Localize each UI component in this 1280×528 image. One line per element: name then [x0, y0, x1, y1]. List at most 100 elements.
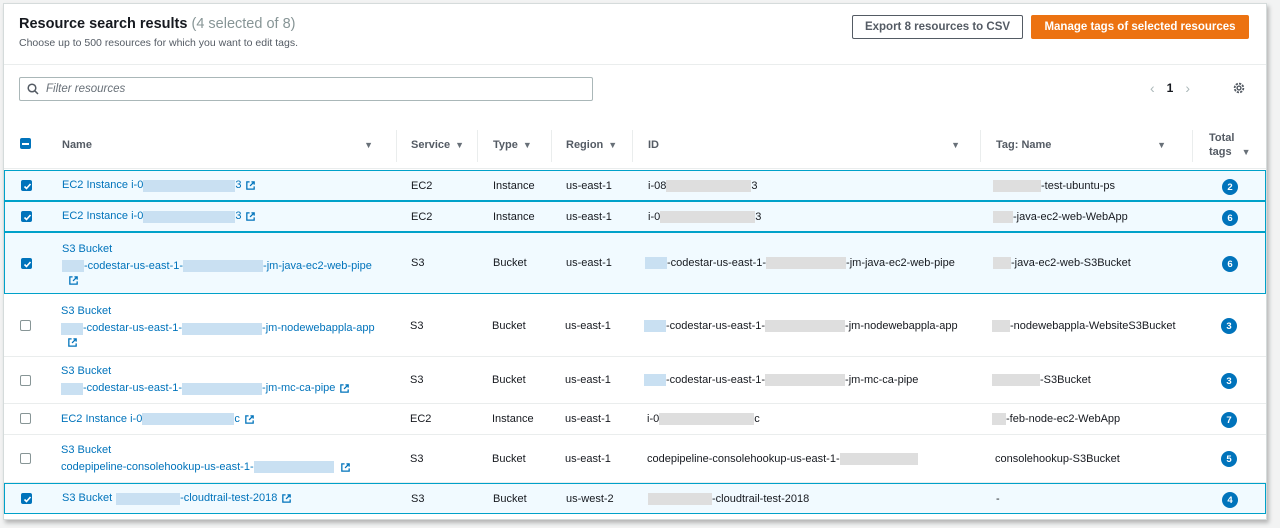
- filter-input[interactable]: [44, 82, 564, 96]
- resource-name-text[interactable]: S3 Bucket: [62, 241, 112, 258]
- resource-name-text[interactable]: -jm-nodewebappla-app: [262, 320, 375, 337]
- row-checkbox[interactable]: [20, 375, 31, 386]
- resource-name-text[interactable]: S3 Bucket: [61, 442, 111, 459]
- total-tags-badge: 6: [1222, 256, 1238, 272]
- column-region-label: Region: [566, 139, 604, 151]
- resource-name-text[interactable]: S3 Bucket: [62, 490, 112, 507]
- resource-name[interactable]: EC2 Instance i-0 c: [61, 404, 255, 434]
- resource-name-text[interactable]: -cloudtrail-test-2018: [180, 490, 277, 507]
- row-checkbox[interactable]: [21, 258, 32, 269]
- column-id[interactable]: ID ▼: [634, 121, 974, 169]
- redacted-block: [766, 257, 847, 269]
- select-all-checkbox[interactable]: [20, 138, 31, 149]
- column-service-label: Service: [411, 139, 451, 151]
- table-row[interactable]: S3 Bucket codepipeline-consolehookup-us-…: [4, 435, 1266, 483]
- resource-name-text[interactable]: S3 Bucket: [61, 303, 111, 320]
- column-total-tags-label-2: tags: [1209, 146, 1232, 158]
- resource-name-text[interactable]: -jm-java-ec2-web-pipe: [263, 258, 372, 275]
- external-link-icon[interactable]: [281, 493, 292, 504]
- table-row[interactable]: S3 Bucket -codestar-us-east-1- -jm-java-e…: [4, 232, 1266, 294]
- row-checkbox[interactable]: [21, 493, 32, 504]
- manage-tags-button[interactable]: Manage tags of selected resources: [1031, 15, 1249, 39]
- external-link-icon[interactable]: [245, 180, 256, 191]
- table-row[interactable]: EC2 Instance i-0 3 EC2 Instance us-east-1…: [4, 170, 1266, 201]
- row-checkbox[interactable]: [20, 413, 31, 424]
- export-csv-button[interactable]: Export 8 resources to CSV: [852, 15, 1023, 39]
- tag-name-text: -java-ec2-web-WebApp: [1013, 210, 1128, 223]
- results-header: Resource search results (4 selected of 8…: [19, 16, 298, 49]
- column-service[interactable]: Service ▼: [397, 121, 477, 169]
- resource-name-text[interactable]: 3: [235, 177, 241, 194]
- resource-name-text[interactable]: S3 Bucket: [61, 363, 111, 380]
- resource-name[interactable]: S3 Bucket -codestar-us-east-1- -jm-nodewe…: [61, 295, 375, 356]
- table-row[interactable]: EC2 Instance i-0 c EC2 Instance us-east-1…: [4, 404, 1266, 435]
- resource-name[interactable]: S3 Bucket -codestar-us-east-1- -jm-java-e…: [62, 233, 372, 293]
- column-name[interactable]: Name ▼: [48, 121, 387, 169]
- tag-name-text: -java-ec2-web-S3Bucket: [1011, 257, 1131, 269]
- resource-name[interactable]: EC2 Instance i-0 3: [62, 202, 256, 231]
- sort-icon: ▼: [364, 140, 373, 150]
- resource-name-text[interactable]: -codestar-us-east-1-: [84, 258, 183, 275]
- next-page-icon[interactable]: ›: [1185, 80, 1190, 96]
- type-cell: Bucket: [492, 452, 526, 465]
- external-link-icon[interactable]: [245, 211, 256, 222]
- redacted-block: [61, 382, 83, 395]
- column-tag-name-label: Tag: Name: [996, 139, 1052, 151]
- service-cell: EC2: [411, 210, 433, 223]
- service-cell: EC2: [410, 413, 432, 425]
- external-link-icon[interactable]: [67, 337, 78, 348]
- resource-name-text[interactable]: EC2 Instance i-0: [62, 177, 143, 194]
- resource-name[interactable]: S3 Bucket -codestar-us-east-1- -jm-mc-ca-…: [61, 357, 350, 403]
- tag-name-cell: -java-ec2-web-S3Bucket: [993, 233, 1131, 293]
- external-link-icon[interactable]: [340, 462, 351, 473]
- resource-name-text[interactable]: 3: [235, 208, 241, 225]
- column-tag-name[interactable]: Tag: Name ▼: [982, 121, 1180, 169]
- redacted-block: [660, 210, 756, 223]
- column-total-tags[interactable]: Total tags ▼: [1195, 121, 1265, 169]
- filter-box[interactable]: [19, 77, 593, 101]
- resource-name-text[interactable]: c: [234, 411, 240, 428]
- gear-icon[interactable]: [1232, 81, 1246, 95]
- resource-name[interactable]: EC2 Instance i-0 3: [62, 171, 256, 200]
- id-text: codepipeline-consolehookup-us-east-1-: [647, 452, 840, 465]
- column-separator: [980, 130, 981, 162]
- table-row[interactable]: S3 Bucket -codestar-us-east-1- -jm-mc-ca-…: [4, 357, 1266, 404]
- type-cell: Bucket: [492, 374, 526, 386]
- redacted-block: [765, 319, 846, 332]
- selection-count: (4 selected of 8): [191, 16, 296, 32]
- type-cell: Bucket: [493, 257, 527, 269]
- external-link-icon[interactable]: [68, 275, 79, 286]
- tag-name-cell: consolehookup-S3Bucket: [995, 452, 1120, 465]
- external-link-icon[interactable]: [339, 383, 350, 394]
- total-tags-badge: 6: [1222, 210, 1238, 226]
- sort-icon: ▼: [455, 140, 465, 150]
- redacted-block: [666, 179, 752, 192]
- region-cell: us-east-1: [565, 452, 611, 465]
- resource-name-text[interactable]: -codestar-us-east-1-: [83, 380, 182, 397]
- previous-page-icon[interactable]: ‹: [1150, 80, 1155, 96]
- table-header: Name ▼ Service ▼ Type ▼ Region ▼ ID ▼ Tag: Na…: [4, 121, 1266, 169]
- external-link-icon[interactable]: [244, 414, 255, 425]
- resource-name-text[interactable]: EC2 Instance i-0: [62, 208, 143, 225]
- resource-name-text[interactable]: -jm-mc-ca-pipe: [262, 380, 335, 397]
- current-page[interactable]: 1: [1167, 81, 1174, 95]
- column-type[interactable]: Type ▼: [479, 121, 551, 169]
- column-separator: [632, 130, 633, 162]
- row-checkbox[interactable]: [20, 453, 31, 464]
- row-checkbox[interactable]: [21, 211, 32, 222]
- sort-icon: ▼: [608, 140, 618, 150]
- resource-name-text[interactable]: -codestar-us-east-1-: [83, 320, 182, 337]
- table-row[interactable]: S3 Bucket -codestar-us-east-1- -jm-nodewe…: [4, 295, 1266, 357]
- redacted-block: [143, 179, 236, 192]
- region-cell: us-east-1: [565, 319, 611, 332]
- column-region[interactable]: Region ▼: [552, 121, 632, 169]
- resource-name-text[interactable]: EC2 Instance i-0: [61, 411, 142, 428]
- column-separator: [1192, 130, 1193, 162]
- table-row[interactable]: S3 Bucket -cloudtrail-test-2018 S3 Bucket…: [4, 483, 1266, 514]
- row-checkbox[interactable]: [21, 180, 32, 191]
- resource-name-text[interactable]: codepipeline-consolehookup-us-east-1-: [61, 459, 254, 476]
- resource-name[interactable]: S3 Bucket -cloudtrail-test-2018: [62, 484, 292, 513]
- table-row[interactable]: EC2 Instance i-0 3 EC2 Instance us-east-1…: [4, 201, 1266, 232]
- resource-name[interactable]: S3 Bucket codepipeline-consolehookup-us-…: [61, 435, 351, 482]
- row-checkbox[interactable]: [20, 320, 31, 331]
